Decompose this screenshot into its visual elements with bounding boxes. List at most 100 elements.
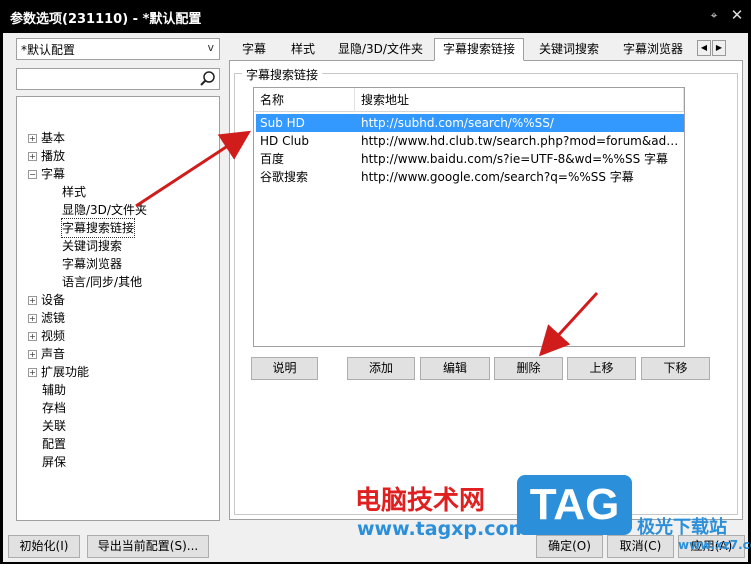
tree-item-label: 扩展功能 [41,365,90,379]
tree-item-playback[interactable]: + 播放 [28,147,65,165]
tree-item-label: 屏保 [42,455,67,469]
row-name: HD Club [260,134,310,148]
expand-icon[interactable]: + [28,296,37,305]
tree-item-label: 字幕浏览器 [62,257,123,271]
row-name: Sub HD [260,116,305,130]
table-row[interactable]: 百度 http://www.baidu.com/s?ie=UTF-8&wd=%%… [256,150,684,168]
row-name: 谷歌搜索 [260,170,309,184]
ok-button[interactable]: 确定(O) [536,535,603,558]
tree-item-label: 播放 [41,149,66,163]
move-up-button[interactable]: 上移 [567,357,636,380]
expand-icon[interactable]: + [28,314,37,323]
tab-label: 字幕搜索链接 [443,42,516,56]
tree-item-search-links[interactable]: 字幕搜索链接 [60,218,136,238]
preferences-window: 参数选项(231110) - *默认配置 ⌖ ✕ *默认配置 v + 基本 + 播放… [0,0,751,564]
tree-item-label: 视频 [41,329,66,343]
tree-item-label: 辅助 [42,383,67,397]
tree-item-language-sync[interactable]: 语言/同步/其他 [62,273,142,291]
list-header: 名称 搜索地址 [254,88,684,112]
tree-item-extensions[interactable]: + 扩展功能 [28,363,89,381]
tree-item-label: 语言/同步/其他 [62,275,143,289]
search-links-list[interactable]: 名称 搜索地址 Sub HD http://subhd.com/search/%… [253,87,685,347]
tree-item-device[interactable]: + 设备 [28,291,65,309]
title-bar[interactable]: 参数选项(231110) - *默认配置 ⌖ ✕ [0,0,751,33]
tab-scroll-left-icon[interactable]: ◀ [697,40,711,56]
window-title: 参数选项(231110) - *默认配置 [10,12,202,27]
tree-item-subtitles[interactable]: − 字幕 [28,165,65,183]
collapse-icon[interactable]: − [28,170,37,179]
tree-item-label: 样式 [62,185,87,199]
tab-display[interactable]: 显隐/3D/文件夹 [329,38,432,60]
tab-label: 关键词搜索 [539,42,600,56]
tab-keyword-search[interactable]: 关键词搜索 [530,38,608,60]
watermark-brand: 极光下载站 [637,517,727,538]
tree-item-label: 字幕 [41,167,66,181]
tree-item-keyword-search[interactable]: 关键词搜索 [62,237,122,255]
expand-icon[interactable]: + [28,350,37,359]
tab-subtitle-browser[interactable]: 字幕浏览器 [614,38,692,60]
watermark-site-url: www.tagxp.com [357,518,529,540]
tab-style[interactable]: 样式 [282,38,324,60]
tree-item-video[interactable]: + 视频 [28,327,65,345]
tree-item-label: 存档 [42,401,67,415]
add-button[interactable]: 添加 [347,357,415,380]
tree-item-label: 设备 [41,293,66,307]
row-name: 百度 [260,152,285,166]
tab-label: 显隐/3D/文件夹 [338,42,423,56]
tab-label: 字幕 [242,42,267,56]
tree-item-filters[interactable]: + 滤镜 [28,309,65,327]
edit-button[interactable]: 编辑 [420,357,490,380]
row-url: http://www.baidu.com/s?ie=UTF-8&wd=%%SS … [361,152,669,166]
tab-scroll-right-icon[interactable]: ▶ [712,40,726,56]
delete-button[interactable]: 删除 [494,357,563,380]
tree-item-style[interactable]: 样式 [62,183,86,201]
column-header-url[interactable]: 搜索地址 [355,88,684,112]
tree-item-audio[interactable]: + 声音 [28,345,65,363]
expand-icon[interactable]: + [28,368,37,377]
tree-item-assist[interactable]: 辅助 [42,381,66,399]
tree-item-label: 基本 [41,131,66,145]
tab-label: 字幕浏览器 [623,42,684,56]
chevron-down-icon: v [207,41,214,54]
tab-label: 样式 [291,42,316,56]
tab-subtitles[interactable]: 字幕 [233,38,275,60]
tree-item-basic[interactable]: + 基本 [28,129,65,147]
profile-select-value: *默认配置 [21,43,76,57]
tree-item-label: 显隐/3D/文件夹 [62,203,147,217]
tree-item-config[interactable]: 配置 [42,435,66,453]
search-icon[interactable] [199,70,217,88]
tree-item-label: 声音 [41,347,66,361]
close-icon[interactable]: ✕ [728,6,746,24]
profile-select[interactable]: *默认配置 v [16,38,220,60]
initialize-button[interactable]: 初始化(I) [8,535,80,558]
move-down-button[interactable]: 下移 [641,357,710,380]
tag-logo: TAG [517,475,632,535]
table-row[interactable]: 谷歌搜索 http://www.google.com/search?q=%%SS… [256,168,684,186]
tree-item-screensaver[interactable]: 屏保 [42,453,66,471]
row-url: http://www.google.com/search?q=%%SS 字幕 [361,170,634,184]
group-title: 字幕搜索链接 [242,66,323,83]
tree-item-display[interactable]: 显隐/3D/文件夹 [62,201,147,219]
search-input[interactable] [16,68,220,90]
tree-item-label: 字幕搜索链接 [62,221,135,235]
watermark-brand-url: www.xz7.com [678,538,751,552]
help-button[interactable]: 说明 [251,357,318,380]
table-row[interactable]: HD Club http://www.hd.club.tw/search.php… [256,132,684,150]
expand-icon[interactable]: + [28,152,37,161]
row-url: http://subhd.com/search/%%SS/ [361,116,554,130]
expand-icon[interactable]: + [28,134,37,143]
tab-search-links[interactable]: 字幕搜索链接 [434,38,525,61]
settings-tree[interactable]: + 基本 + 播放 − 字幕 样式 显隐/3D/文件夹 字幕搜索链接 关键词搜索 字幕… [16,96,220,521]
tree-item-association[interactable]: 关联 [42,417,66,435]
column-header-name[interactable]: 名称 [254,88,355,112]
tree-item-label: 关键词搜索 [62,239,123,253]
table-row[interactable]: Sub HD http://subhd.com/search/%%SS/ [256,114,684,132]
expand-icon[interactable]: + [28,332,37,341]
export-config-button[interactable]: 导出当前配置(S)... [87,535,209,558]
tree-item-label: 配置 [42,437,67,451]
tree-item-subtitle-browser[interactable]: 字幕浏览器 [62,255,122,273]
watermark-site-name: 电脑技术网 [355,486,486,516]
pin-icon[interactable]: ⌖ [706,8,722,24]
tree-item-label: 关联 [42,419,67,433]
tree-item-archive[interactable]: 存档 [42,399,66,417]
